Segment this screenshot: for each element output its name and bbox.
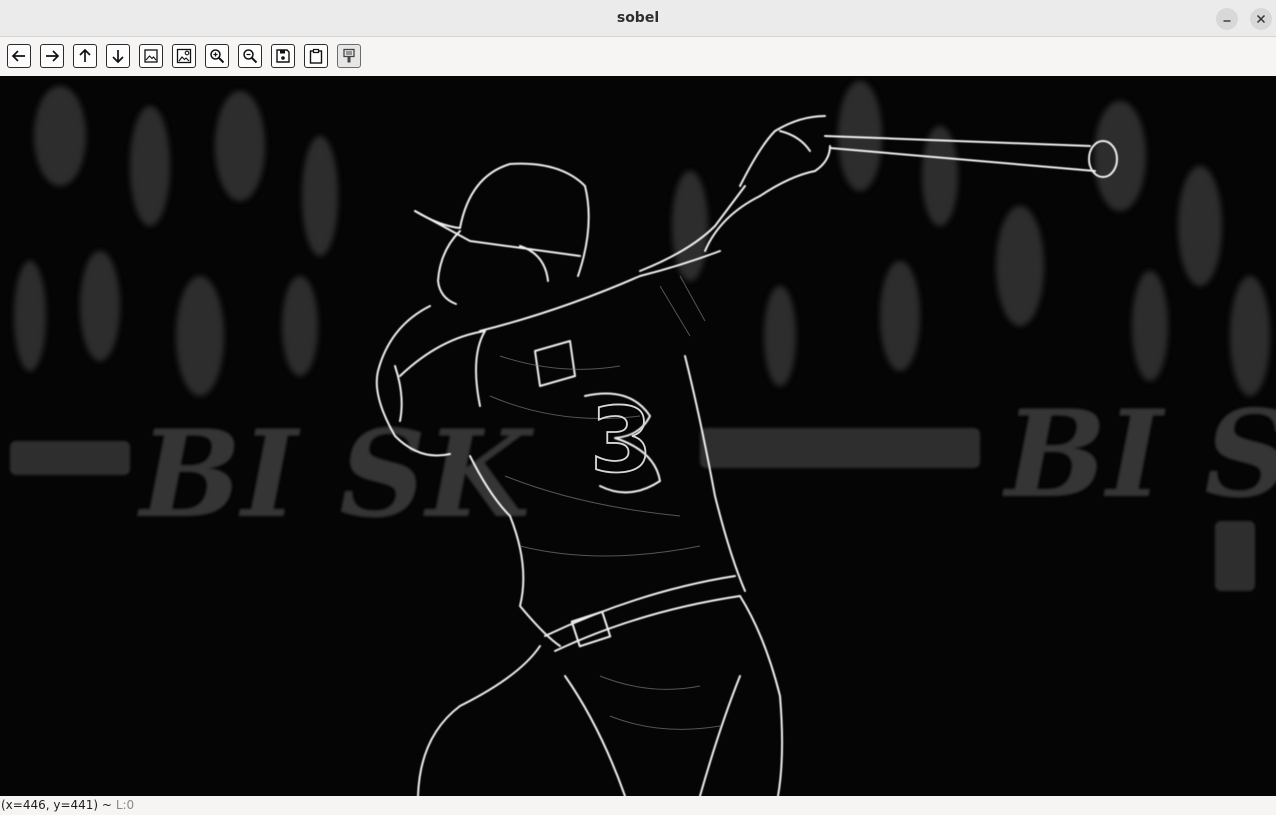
properties-icon xyxy=(343,48,355,63)
zoom-out-button[interactable] xyxy=(238,44,262,68)
banner-text-right: BI SK xyxy=(1002,384,1276,525)
status-bar: (x=446, y=441) ~ L:0 xyxy=(0,796,1276,813)
pan-left-button[interactable] xyxy=(7,44,31,68)
title-bar: sobel xyxy=(0,0,1276,37)
zoom-original-button[interactable] xyxy=(172,44,196,68)
minimize-button[interactable] xyxy=(1216,8,1238,30)
toolbar xyxy=(0,37,1276,76)
window-title: sobel xyxy=(616,10,660,26)
jersey-number-edge: 3 xyxy=(590,388,653,493)
close-button[interactable] xyxy=(1250,8,1272,30)
minimize-icon xyxy=(1223,20,1231,22)
zoom-out-icon xyxy=(243,49,258,64)
image-settings-icon xyxy=(176,48,192,64)
sobel-image: BI SK BI SK xyxy=(0,76,1276,796)
cursor-coordinates: (x=446, y=441) ~ xyxy=(1,798,112,812)
zoom-fit-button[interactable] xyxy=(139,44,163,68)
properties-button[interactable] xyxy=(337,44,361,68)
layer-indicator: L:0 xyxy=(115,798,135,812)
zoom-in-button[interactable] xyxy=(205,44,229,68)
image-icon xyxy=(144,49,158,63)
arrow-left-icon xyxy=(11,50,25,62)
copy-clipboard-button[interactable] xyxy=(304,44,328,68)
save-icon xyxy=(276,49,290,63)
clipboard-icon xyxy=(309,48,323,64)
pan-down-button[interactable] xyxy=(106,44,130,68)
arrow-down-icon xyxy=(112,50,124,64)
close-icon xyxy=(1256,14,1266,24)
pan-right-button[interactable] xyxy=(40,44,64,68)
arrow-right-icon xyxy=(46,50,60,62)
save-image-button[interactable] xyxy=(271,44,295,68)
image-canvas[interactable]: BI SK BI SK xyxy=(0,76,1276,796)
pan-up-button[interactable] xyxy=(73,44,97,68)
banner-text-left: BI SK xyxy=(137,404,535,545)
zoom-in-icon xyxy=(210,49,225,64)
arrow-up-icon xyxy=(79,48,91,62)
